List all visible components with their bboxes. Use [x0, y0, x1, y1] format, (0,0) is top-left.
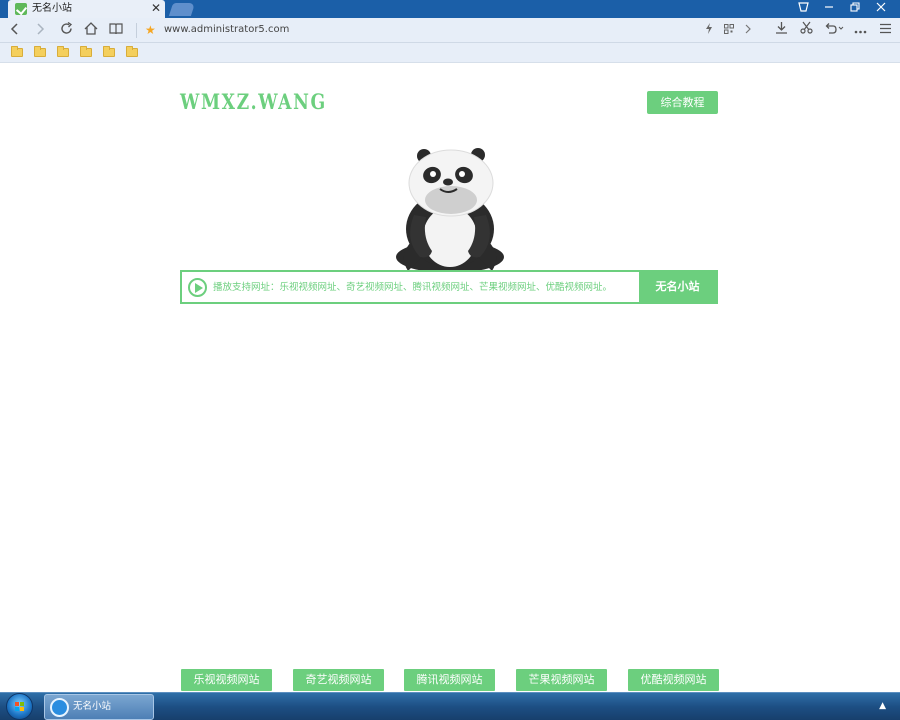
back-icon[interactable] [4, 20, 26, 41]
more-icon[interactable] [850, 20, 870, 41]
start-button[interactable] [6, 693, 33, 720]
chevron-right-icon[interactable] [740, 20, 754, 41]
close-icon[interactable] [868, 0, 894, 18]
toolbar-divider [136, 23, 137, 38]
play-submit-button[interactable]: 无名小站 [639, 272, 716, 302]
bookmark-folder-icon[interactable] [34, 46, 46, 57]
undo-icon[interactable] [821, 20, 847, 41]
windows-logo-icon [15, 702, 25, 712]
taskbar-item-label: 无名小站 [73, 701, 112, 712]
taskbar-browser-item[interactable]: 无名小站 [44, 694, 154, 720]
panda-mascot-image [396, 148, 504, 271]
skin-icon[interactable] [790, 0, 816, 18]
bookmark-star-icon[interactable]: ★ [145, 21, 156, 39]
site-link-letv[interactable]: 乐视视频网站 [181, 669, 272, 691]
new-tab-button[interactable] [168, 3, 196, 16]
site-link-iqiyi[interactable]: 奇艺视频网站 [293, 669, 384, 691]
menu-icon[interactable] [875, 20, 895, 41]
reader-icon[interactable] [105, 20, 127, 41]
browser-tab[interactable]: 无名小站 ✕ [8, 0, 165, 18]
tab-title: 无名小站 [32, 3, 72, 14]
site-logo[interactable]: WMXZ.WANG [180, 89, 327, 114]
scissors-icon[interactable] [796, 20, 816, 41]
bookmark-folder-icon[interactable] [103, 46, 115, 57]
window-controls [790, 0, 894, 18]
forward-icon[interactable] [29, 20, 51, 41]
tutorial-button[interactable]: 综合教程 [647, 91, 718, 114]
bookmark-folder-icon[interactable] [57, 46, 69, 57]
restore-icon[interactable] [842, 0, 868, 18]
site-favicon-icon [15, 3, 27, 15]
play-icon [188, 278, 207, 297]
bookmark-folder-icon[interactable] [11, 46, 23, 57]
qr-icon[interactable] [722, 20, 736, 41]
flash-icon[interactable] [702, 20, 716, 41]
browser-app-icon [50, 698, 69, 717]
home-icon[interactable] [80, 20, 102, 41]
download-icon[interactable] [771, 20, 791, 41]
video-url-input[interactable] [213, 272, 639, 302]
tab-close-icon[interactable]: ✕ [151, 1, 161, 16]
bookmarks-bar [0, 43, 900, 63]
site-link-tencent[interactable]: 腾讯视频网站 [404, 669, 495, 691]
player-bar: 无名小站 [180, 270, 718, 304]
site-link-mango[interactable]: 芒果视频网站 [516, 669, 607, 691]
reload-icon[interactable] [55, 20, 77, 41]
bookmark-folder-icon[interactable] [126, 46, 138, 57]
address-bar[interactable]: www.administrator5.com [164, 22, 289, 38]
browser-toolbar: ★ www.administrator5.com [0, 18, 900, 43]
browser-tab-bar: 无名小站 ✕ [0, 0, 900, 18]
site-link-youku[interactable]: 优酷视频网站 [628, 669, 719, 691]
minimize-icon[interactable] [816, 0, 842, 18]
windows-taskbar: 无名小站 ▲ [0, 692, 900, 720]
bookmark-folder-icon[interactable] [80, 46, 92, 57]
video-site-links: 乐视视频网站 奇艺视频网站 腾讯视频网站 芒果视频网站 优酷视频网站 [0, 669, 900, 691]
tray-expand-icon[interactable]: ▲ [879, 701, 886, 711]
